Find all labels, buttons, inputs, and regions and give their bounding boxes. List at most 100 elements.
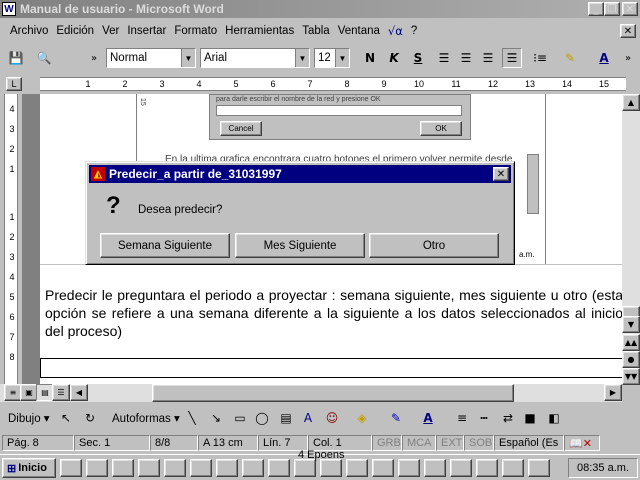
outline-view-icon[interactable]: ☰ [52,384,70,401]
taskbar-app-icon[interactable] [528,459,550,477]
taskbar-app-icon[interactable] [320,459,342,477]
taskbar-app-icon[interactable] [268,459,290,477]
line-icon[interactable]: ╲ [182,408,202,428]
shadow-icon[interactable]: ■ [520,408,540,428]
more-buttons-icon[interactable]: » [618,48,638,68]
style-combo[interactable]: Normal ▼ [106,48,196,68]
other-button[interactable]: Otro [369,233,499,258]
justify-icon[interactable]: ☰ [502,48,522,68]
word-app-icon[interactable]: W [2,2,16,16]
taskbar-app-icon[interactable] [190,459,212,477]
font-combo[interactable]: Arial ▼ [200,48,310,68]
fill-color-icon[interactable]: ◈ [352,408,372,428]
select-pointer-icon[interactable]: ↖ [56,408,76,428]
size-combo[interactable]: 12 ▼ [314,48,350,68]
tab-selector-icon[interactable]: L [6,77,22,91]
taskbar-item-label[interactable]: 4 Epoens [298,449,344,461]
textbox-icon[interactable]: ▤ [276,408,296,428]
menu-formato[interactable]: Formato [170,25,221,37]
menu-herramientas[interactable]: Herramientas [221,25,298,37]
next-week-button[interactable]: Semana Siguiente [100,233,230,258]
scroll-right-icon[interactable]: ▶ [604,384,622,401]
taskbar-app-icon[interactable] [216,459,238,477]
status-language[interactable]: Español (Es [494,435,564,451]
draw-font-color-icon[interactable]: A [418,408,438,428]
status-grb[interactable]: GRB [372,435,402,451]
next-page-icon[interactable]: ▼▼ [622,368,640,385]
vertical-scrollbar[interactable]: ▲ ▼ ▲▲ ● ▼▼ [622,94,640,385]
taskbar-app-icon[interactable] [398,459,420,477]
clipart-icon[interactable]: ☺ [322,408,342,428]
minimize-button[interactable]: _ [588,2,604,16]
spelling-status-icon[interactable]: 📖✕ [564,435,600,451]
browse-object-icon[interactable]: ● [622,351,640,368]
line-color-icon[interactable]: ✎ [386,408,406,428]
align-center-icon[interactable]: ☰ [456,48,476,68]
taskbar-app-icon[interactable] [112,459,134,477]
document-textbox[interactable] [40,358,622,378]
bold-button[interactable]: N [360,48,380,68]
menu-tabla[interactable]: Tabla [298,25,334,37]
save-icon[interactable]: 💾 [6,48,26,68]
next-month-button[interactable]: Mes Siguiente [235,233,365,258]
menu-insertar[interactable]: Insertar [123,25,170,37]
doc-close-button[interactable]: ✕ [620,24,636,38]
font-color-icon[interactable]: A [594,48,614,68]
chevron-down-icon[interactable]: ▼ [295,49,309,67]
menu-ver[interactable]: Ver [98,25,123,37]
taskbar-app-icon[interactable] [86,459,108,477]
print-preview-icon[interactable]: 🔍 [34,48,54,68]
equation-icon[interactable]: √α [384,24,407,38]
draw-menu[interactable]: Dibujo ▾ [8,411,50,425]
line-style-icon[interactable]: ≡ [452,408,472,428]
scroll-up-icon[interactable]: ▲ [622,94,640,111]
taskbar-app-icon[interactable] [60,459,82,477]
wordart-icon[interactable]: A [298,408,318,428]
scroll-left-icon[interactable]: ◀ [70,384,88,401]
prev-page-icon[interactable]: ▲▲ [622,334,640,351]
taskbar-app-icon[interactable] [424,459,446,477]
rectangle-icon[interactable]: ▭ [230,408,250,428]
chevron-down-icon[interactable]: ▼ [335,49,349,67]
restore-button[interactable]: ❐ [604,2,620,16]
arrow-icon[interactable]: ↘ [206,408,226,428]
hscroll-thumb[interactable] [152,384,514,402]
menu-ventana[interactable]: Ventana [334,25,384,37]
align-left-icon[interactable]: ☰ [434,48,454,68]
more-buttons-icon[interactable]: » [84,48,104,68]
taskbar-app-icon[interactable] [346,459,368,477]
status-mca[interactable]: MCA [402,435,436,451]
taskbar-app-icon[interactable] [164,459,186,477]
free-rotate-icon[interactable]: ↻ [80,408,100,428]
ruler-strip[interactable]: 1 2 3 4 5 6 7 8 9 10 11 12 13 14 15 [40,77,626,91]
status-sob[interactable]: SOB [464,435,494,451]
close-button[interactable]: ✕ [622,2,638,16]
horizontal-ruler[interactable]: L 1 2 3 4 5 6 7 8 9 10 11 12 13 14 15 [0,74,640,94]
document-paragraph[interactable]: Predecir le preguntara el periodo a proy… [45,286,622,340]
taskbar-app-icon[interactable] [372,459,394,477]
taskbar-app-icon[interactable] [294,459,316,477]
vertical-ruler[interactable]: 4 3 2 1 1 2 3 4 5 6 7 8 [0,94,22,384]
dash-style-icon[interactable]: ┅ [474,408,494,428]
autoshapes-menu[interactable]: Autoformas ▾ [112,411,180,425]
taskbar-app-icon[interactable] [242,459,264,477]
menu-edicion[interactable]: Edición [52,25,98,37]
taskbar-app-icon[interactable] [476,459,498,477]
arrow-style-icon[interactable]: ⇄ [498,408,518,428]
align-right-icon[interactable]: ☰ [478,48,498,68]
italic-button[interactable]: K [384,48,404,68]
taskbar-app-icon[interactable] [450,459,472,477]
highlight-icon[interactable]: ✎ [560,48,580,68]
vruler-strip[interactable]: 4 3 2 1 1 2 3 4 5 6 7 8 [4,94,18,384]
menu-help[interactable]: ? [407,25,421,37]
horizontal-scrollbar[interactable]: ≡ ▣ ▤ ☰ ◀ ▶ [0,384,622,402]
3d-icon[interactable]: ◧ [544,408,564,428]
taskbar-app-icon[interactable] [502,459,524,477]
oval-icon[interactable]: ◯ [252,408,272,428]
menu-archivo[interactable]: Archivo [6,25,52,37]
underline-button[interactable]: S [408,48,428,68]
bullets-icon[interactable]: ⁝≡ [530,48,550,68]
start-button[interactable]: ⊞ Inicio [2,458,56,478]
dialog-close-button[interactable]: ✕ [493,167,509,181]
status-ext[interactable]: EXT [436,435,464,451]
